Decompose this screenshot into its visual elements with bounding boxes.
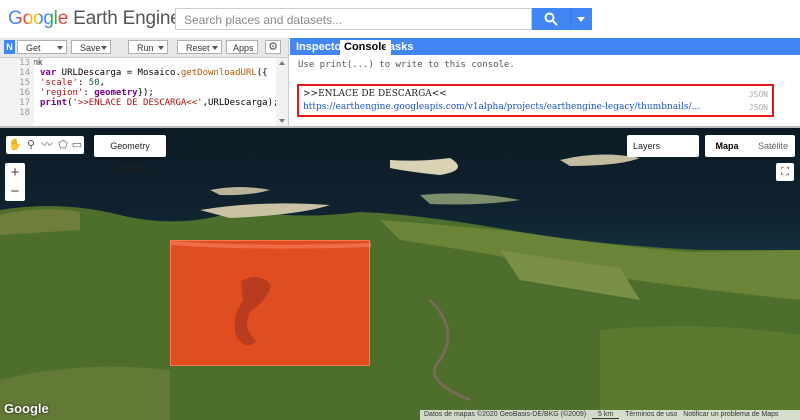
editor-scrollbar[interactable] (276, 58, 288, 126)
zoom-in-button[interactable]: + (5, 163, 25, 182)
run-label: Run (137, 43, 154, 53)
code-token: 'scale' (40, 78, 78, 88)
geometry-imports-button[interactable]: Geometry Imports (94, 135, 166, 173)
reset-label: Reset (186, 43, 210, 53)
download-link[interactable]: https://earthengine.googleapis.com/v1alp… (303, 102, 753, 112)
marker-icon[interactable]: ⚲ (24, 138, 38, 152)
terms-link[interactable]: Términos de uso (625, 411, 677, 418)
layers-button[interactable]: Layers (627, 135, 699, 157)
apps-button[interactable]: Apps (226, 40, 258, 54)
code-token: }); (137, 88, 154, 98)
reset-button[interactable]: Reset (177, 40, 222, 54)
logo-earth-engine: Earth Engine (73, 8, 181, 29)
code-line[interactable] (40, 108, 278, 118)
code-line[interactable]: 'scale': 50, (40, 78, 278, 88)
line-number: 14 (19, 68, 30, 78)
search-button[interactable] (532, 8, 570, 30)
save-button[interactable]: Save (71, 40, 111, 54)
scale-bar[interactable]: 5 km (592, 411, 620, 419)
output-label: >>ENLACE DE DESCARGA<< (303, 89, 447, 99)
chevron-down-icon[interactable] (158, 46, 164, 50)
save-label: Save (80, 43, 101, 53)
new-script-badge[interactable]: N (4, 40, 15, 54)
earth-engine-logo[interactable]: Google Earth Engine (8, 8, 181, 30)
code-token: '>>ENLACE DE DESCARGA<<' (72, 98, 203, 108)
estuary-outline (171, 241, 371, 345)
line-icon[interactable]: 〰 (40, 138, 54, 152)
code-line[interactable]: 'region': geometry}); (40, 88, 278, 98)
google-logo[interactable]: Google (4, 401, 49, 416)
gear-icon: ⚙ (268, 41, 278, 53)
right-panel-tabs: Inspector Console Tasks (290, 38, 800, 55)
code-token: : (77, 78, 89, 88)
line-number: 17 (19, 98, 30, 108)
map-type-map[interactable]: Mapa (705, 135, 749, 157)
top-bar: Google Earth Engine Search places and da… (0, 0, 800, 39)
code-token: geometry (94, 88, 138, 98)
code-token: 50 (88, 78, 100, 88)
code-token: URLDescarga = Mosaico. (56, 68, 181, 78)
search-input[interactable]: Search places and datasets... (175, 8, 532, 30)
code-token: print (40, 98, 68, 108)
console-panel: Inspector Console Tasks Use print(...) t… (290, 38, 800, 126)
code-token: getDownloadURL (180, 68, 257, 78)
fullscreen-icon: ⛶ (781, 166, 789, 178)
logo-google: Google (8, 8, 69, 29)
polygon-icon[interactable]: ⬠ (56, 138, 70, 152)
line-number: 18 (19, 108, 30, 118)
tab-tasks[interactable]: Tasks (379, 40, 417, 55)
pan-hand-icon[interactable]: ✋ (8, 138, 22, 152)
line-number: 13 (19, 58, 30, 68)
code-token: ,URLDescarga); (202, 98, 279, 108)
map-attribution: Datos de mapas ©2020 GeoBasis-DE/BKG (©2… (420, 410, 800, 420)
chevron-down-icon[interactable] (101, 46, 107, 50)
search-placeholder: Search places and datasets... (184, 13, 343, 27)
code-token: 'region' (40, 88, 84, 98)
fullscreen-button[interactable]: ⛶ (776, 163, 794, 181)
export-region-rectangle[interactable] (170, 240, 371, 366)
code-line[interactable]: var URLDescarga = Mosaico.getDownloadURL… (40, 68, 278, 78)
zoom-out-button[interactable]: − (5, 182, 25, 201)
json-toggle[interactable]: JSON (749, 90, 768, 99)
rectangle-icon[interactable]: ▭ (70, 138, 84, 152)
attribution-text: Datos de mapas ©2020 GeoBasis-DE/BKG (©2… (424, 411, 587, 418)
line-number: 15 (19, 78, 30, 88)
console-hint: Use print(...) to write to this console. (298, 60, 515, 70)
zoom-control: + − (5, 163, 25, 201)
chevron-down-icon[interactable] (57, 46, 63, 50)
code-token: : (83, 88, 95, 98)
code-line[interactable]: print('>>ENLACE DE DESCARGA<<',URLDescar… (40, 98, 278, 108)
code-token: ({ (256, 68, 268, 78)
json-toggle[interactable]: JSON (749, 103, 768, 112)
line-gutter: 13 14 15 16 17 18 (0, 58, 34, 126)
code-line[interactable] (40, 58, 278, 68)
editor-toolbar: N Get Link Save Run Reset Apps ⚙ (0, 38, 288, 67)
code-area[interactable]: 13 14 15 16 17 18 var URLDescarga = Mosaico.g… (0, 58, 278, 126)
report-link[interactable]: Notificar un problema de Maps (683, 411, 778, 418)
chevron-down-icon[interactable] (212, 46, 218, 50)
code-lines[interactable]: var URLDescarga = Mosaico.getDownloadURL… (40, 58, 278, 118)
search-dropdown-button[interactable] (570, 8, 592, 30)
line-number: 16 (19, 88, 30, 98)
console-output-highlight: >>ENLACE DE DESCARGA<< JSON https://eart… (297, 84, 774, 117)
search-icon (544, 12, 558, 26)
settings-button[interactable]: ⚙ (265, 40, 281, 54)
run-button[interactable]: Run (128, 40, 168, 54)
map-type-control: Mapa Satélite (705, 135, 795, 157)
code-token: , (99, 78, 106, 88)
apps-label: Apps (233, 43, 254, 53)
map-type-satellite[interactable]: Satélite (751, 135, 795, 157)
code-editor-panel: N Get Link Save Run Reset Apps ⚙ 13 14 15 1… (0, 38, 289, 126)
drawing-tools: ✋ ⚲ 〰 ⬠ ▭ (6, 136, 84, 154)
get-link-button[interactable]: Get Link (17, 40, 67, 67)
code-token: var (40, 68, 57, 78)
